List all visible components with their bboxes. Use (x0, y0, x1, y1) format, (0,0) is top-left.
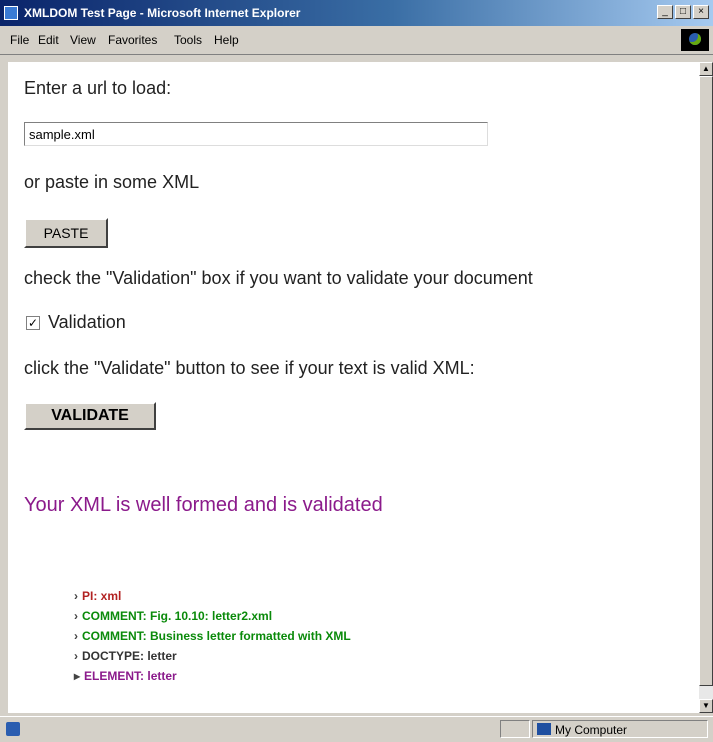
maximize-button[interactable]: □ (675, 5, 691, 19)
menu-edit[interactable]: Edit (38, 33, 59, 47)
page-status-icon (6, 722, 20, 736)
close-button[interactable]: × (693, 5, 709, 19)
scroll-up-icon[interactable]: ▲ (699, 62, 713, 76)
computer-icon (537, 723, 551, 735)
throbber-icon (681, 29, 709, 51)
status-pane (500, 720, 530, 738)
url-input[interactable] (24, 122, 488, 146)
minimize-button[interactable]: _ (657, 5, 673, 19)
zone-pane: My Computer (532, 720, 708, 738)
scroll-down-icon[interactable]: ▼ (699, 699, 713, 713)
menu-tools[interactable]: Tools (174, 33, 202, 47)
menu-favorites[interactable]: Favorites (108, 33, 157, 47)
scroll-thumb[interactable] (699, 76, 713, 686)
menu-view[interactable]: View (70, 33, 96, 47)
menu-file[interactable]: File (10, 33, 29, 47)
arrow-icon: › (74, 589, 78, 603)
validation-checkbox[interactable]: ✓ (26, 316, 40, 330)
result-message: Your XML is well formed and is validated (24, 494, 383, 516)
arrow-icon: › (74, 649, 78, 663)
zone-label: My Computer (555, 723, 628, 737)
title-bar: XMLDOM Test Page - Microsoft Internet Ex… (0, 0, 713, 26)
validate-prompt: click the "Validate" button to see if yo… (24, 358, 475, 378)
tree-node-label: COMMENT: Business letter formatted with … (82, 629, 351, 643)
paste-prompt: or paste in some XML (24, 172, 200, 192)
tree-node-label: COMMENT: Fig. 10.10: letter2.xml (82, 609, 273, 623)
vertical-scrollbar[interactable]: ▲ ▼ (699, 62, 713, 713)
validation-prompt: check the "Validation" box if you want t… (24, 268, 533, 288)
tree-node[interactable]: ▸ ELEMENT: letter (74, 666, 351, 686)
page-content: Enter a url to load: or paste in some XM… (8, 62, 699, 713)
url-prompt: Enter a url to load: (24, 78, 172, 98)
arrow-icon: › (74, 629, 78, 643)
xml-node-tree: › PI: xml › COMMENT: Fig. 10.10: letter2.x… (74, 586, 351, 686)
tree-node: › COMMENT: Business letter formatted with… (74, 626, 351, 646)
tree-node-label: PI: xml (82, 589, 122, 603)
tree-node-label: DOCTYPE: letter (82, 649, 177, 663)
validate-button[interactable]: VALIDATE (24, 402, 156, 430)
validation-checkbox-label: Validation (48, 312, 126, 332)
status-bar: My Computer (0, 716, 713, 742)
tree-node: › COMMENT: Fig. 10.10: letter2.xml (74, 606, 351, 626)
window-title: XMLDOM Test Page - Microsoft Internet Ex… (24, 6, 301, 20)
tree-node-label: ELEMENT: letter (84, 669, 177, 683)
arrow-icon: › (74, 609, 78, 623)
arrow-icon: ▸ (74, 669, 81, 683)
menu-bar: File Edit View Favorites Tools Help (0, 27, 713, 55)
paste-button[interactable]: PASTE (24, 218, 108, 248)
menu-help[interactable]: Help (214, 33, 239, 47)
tree-node: › PI: xml (74, 586, 351, 606)
ie-icon (4, 6, 18, 20)
tree-node: › DOCTYPE: letter (74, 646, 351, 666)
